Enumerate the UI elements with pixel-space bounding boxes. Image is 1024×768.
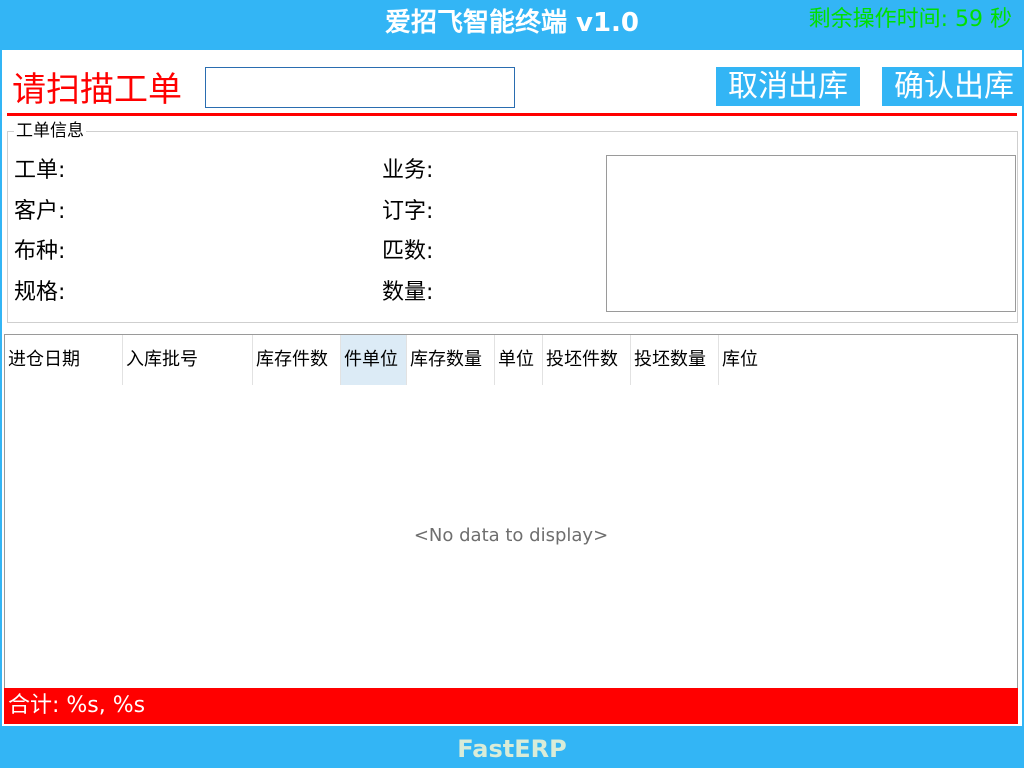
scan-label: 请扫描工单 [12,70,182,110]
column-header[interactable]: 库存件数 [253,335,341,385]
spec-label: 规格: [14,280,66,305]
confirm-outbound-button[interactable]: 确认出库 [882,67,1024,106]
fabric-label: 布种: [14,239,66,264]
column-header[interactable]: 库存数量 [407,335,495,385]
quantity-label: 数量: [382,280,434,305]
customer-label: 客户: [14,199,66,224]
stock-grid[interactable]: 进仓日期 入库批号 库存件数 件单位 库存数量 单位 投坯件数 投坯数量 库位 … [4,334,1018,724]
group-title: 工单信息 [14,121,86,141]
work-order-label: 工单: [14,158,66,183]
divider [7,113,1017,116]
business-label: 业务: [382,158,434,183]
column-header-active[interactable]: 件单位 [341,335,407,385]
bottom-bar: FastERP [0,728,1024,768]
column-header[interactable]: 入库批号 [123,335,253,385]
app-window: 爱招飞智能终端 v1.0 剩余操作时间: 59 秒 请扫描工单 取消出库 确认出… [0,0,1024,768]
column-header[interactable]: 进仓日期 [5,335,123,385]
brand-name: FastERP [457,735,567,763]
image-preview-box [606,155,1016,312]
work-order-info-group: 工单信息 工单: 业务: 客户: 订字: 布种: 匹数: 规格: 数量: [7,121,1018,323]
column-header[interactable]: 库位 [719,335,779,385]
remaining-time: 剩余操作时间: 59 秒 [808,7,1012,32]
empty-grid-message: <No data to display> [413,525,609,546]
grid-header: 进仓日期 入库批号 库存件数 件单位 库存数量 单位 投坯件数 投坯数量 库位 [5,335,1017,385]
column-header[interactable]: 投坯数量 [631,335,719,385]
work-order-scan-input[interactable] [205,67,515,108]
cancel-outbound-button[interactable]: 取消出库 [716,67,860,106]
main-panel: 请扫描工单 取消出库 确认出库 工单信息 工单: 业务: 客户: 订字: 布种:… [2,50,1024,726]
column-header[interactable]: 单位 [495,335,543,385]
piece-count-label: 匹数: [382,239,434,264]
column-header[interactable]: 投坯件数 [543,335,631,385]
title-bar: 爱招飞智能终端 v1.0 剩余操作时间: 59 秒 [0,0,1024,46]
order-word-label: 订字: [382,199,434,224]
total-bar: 合计: %s, %s [4,688,1018,724]
